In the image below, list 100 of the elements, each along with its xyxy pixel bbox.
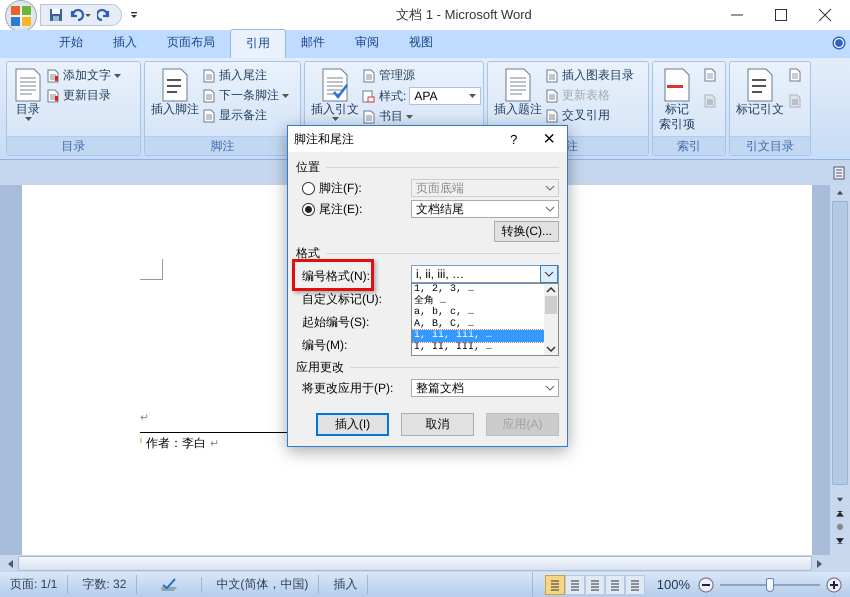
ribbon-tab[interactable]: 插入 — [98, 29, 152, 58]
customize-toolbar-icon[interactable] — [130, 11, 138, 19]
convert-button[interactable]: 转换(C)... — [494, 221, 559, 242]
chevron-down-icon — [544, 271, 554, 277]
scroll-down-icon[interactable] — [546, 346, 556, 352]
ribbon-small-button[interactable]: 管理源 — [362, 67, 482, 84]
ribbon-small-button[interactable]: 显示备注 — [202, 107, 289, 124]
ribbon-small-button[interactable]: 更新目录 — [46, 87, 121, 104]
scroll-up-icon[interactable] — [546, 287, 556, 293]
scroll-left-icon[interactable] — [6, 558, 14, 568]
ribbon-small-button[interactable]: 书目 — [362, 108, 482, 125]
document-icon — [662, 68, 692, 102]
scroll-right-icon[interactable] — [816, 558, 824, 568]
endnote-mark: i — [140, 435, 142, 445]
zoom-in-icon[interactable] — [826, 576, 842, 592]
document-icon — [545, 68, 559, 82]
ribbon-tab[interactable]: 引用 — [230, 29, 286, 58]
ribbon-small-button[interactable]: 添加文字 — [46, 67, 121, 84]
status-text[interactable]: 字数: 32 — [72, 575, 138, 594]
endnote-text: 作者：李白 — [146, 435, 206, 452]
ribbon-tab[interactable]: 开始 — [44, 29, 98, 58]
view-button[interactable] — [584, 574, 605, 594]
view-button[interactable] — [624, 574, 645, 594]
section-heading: 格式 — [296, 245, 320, 262]
document-icon — [202, 68, 216, 82]
paragraph-mark: ↵ — [210, 437, 220, 452]
ribbon-small-button[interactable]: 插入尾注 — [202, 67, 289, 84]
ribbon-large-button[interactable]: 标记 索引项 — [656, 64, 698, 134]
document-icon — [362, 110, 376, 124]
group-label: 目录 — [62, 139, 86, 153]
ribbon-tab[interactable]: 邮件 — [286, 29, 340, 58]
view-mode-icon — [588, 578, 601, 590]
margin-corner-mark — [140, 259, 163, 280]
view-mode-icon — [608, 578, 621, 590]
list-option[interactable]: A, B, C, … — [412, 318, 544, 330]
undo-icon[interactable] — [69, 8, 91, 22]
caret-icon — [406, 114, 413, 118]
document-icon — [46, 68, 60, 82]
ribbon-large-button[interactable]: 插入脚注 — [148, 64, 202, 134]
field-label: 编号(M): — [302, 337, 348, 354]
document-icon — [320, 68, 350, 102]
view-mode-icon — [568, 578, 581, 590]
dropdown[interactable]: 整篇文档 — [411, 379, 559, 397]
list-option[interactable]: 1, 2, 3, … — [412, 284, 544, 296]
section-heading: 位置 — [296, 159, 320, 176]
radio-button[interactable]: 尾注(E): — [302, 200, 362, 218]
status-text[interactable]: 插入 — [323, 575, 368, 594]
number-format-dropdown[interactable]: i, ii, iii, … — [411, 265, 559, 283]
list-option[interactable]: 全角 … — [412, 296, 544, 307]
ribbon-large-button[interactable]: 标记引文 — [733, 64, 787, 134]
field-label: 将更改应用于(P): — [302, 380, 394, 396]
field-label: 自定义标记(U): — [302, 291, 382, 308]
caret-icon — [114, 74, 121, 78]
dialog-button[interactable]: 插入(I) — [316, 413, 389, 436]
scroll-up-icon[interactable] — [835, 189, 845, 196]
ribbon-small-button[interactable]: 插入图表目录 — [545, 67, 634, 84]
document-icon — [46, 88, 60, 102]
ribbon-small-button[interactable]: 下一条脚注 — [202, 87, 289, 104]
ribbon-tab[interactable]: 视图 — [394, 29, 448, 58]
maximize-icon[interactable] — [774, 8, 788, 22]
help-button[interactable]: ? — [502, 132, 526, 146]
chevron-down-icon — [545, 206, 555, 212]
document-icon[interactable] — [787, 67, 803, 83]
scroll-down-icon[interactable] — [835, 497, 845, 504]
redo-icon[interactable] — [97, 8, 111, 22]
zoom-slider-thumb[interactable] — [766, 578, 774, 592]
help-icon[interactable] — [832, 36, 846, 50]
field-label: 编号格式(N): — [302, 268, 371, 285]
ribbon-tab[interactable]: 页面布局 — [152, 29, 230, 58]
scroll-thumb[interactable] — [832, 201, 848, 486]
status-text[interactable]: 页面: 1/1 — [0, 575, 68, 594]
document-icon — [545, 108, 559, 122]
style-icon — [362, 89, 376, 103]
list-option[interactable]: a, b, c, … — [412, 307, 544, 318]
view-button[interactable] — [564, 574, 585, 594]
document-icon — [160, 68, 190, 102]
ribbon-large-button[interactable]: 目录 — [10, 64, 46, 134]
view-button[interactable] — [604, 574, 625, 594]
scroll-thumb[interactable] — [545, 296, 557, 314]
ribbon-tab[interactable]: 审阅 — [340, 29, 394, 58]
close-icon[interactable] — [818, 8, 832, 22]
office-button[interactable] — [6, 1, 36, 31]
field-label: 起始编号(S): — [302, 314, 370, 331]
status-text[interactable]: 中文(简体，中国) — [206, 575, 320, 594]
caret-icon — [282, 94, 289, 98]
ruler-icon[interactable] — [833, 166, 845, 180]
document-icon[interactable] — [702, 67, 718, 83]
next-page-icon[interactable] — [835, 537, 845, 545]
style-dropdown[interactable]: APA — [409, 87, 482, 105]
view-button[interactable] — [544, 574, 565, 594]
chevron-down-icon — [545, 185, 555, 191]
previous-page-icon[interactable] — [835, 510, 845, 518]
zoom-out-icon[interactable] — [698, 576, 714, 592]
dialog-button[interactable]: 取消 — [401, 413, 474, 436]
save-icon[interactable] — [49, 8, 63, 22]
ribbon-small-button[interactable]: 交叉引用 — [545, 107, 634, 124]
document-icon — [545, 88, 559, 102]
zoom-level[interactable]: 100% — [656, 577, 690, 592]
dropdown[interactable]: 文档结尾 — [411, 200, 559, 218]
document-icon — [503, 68, 533, 102]
